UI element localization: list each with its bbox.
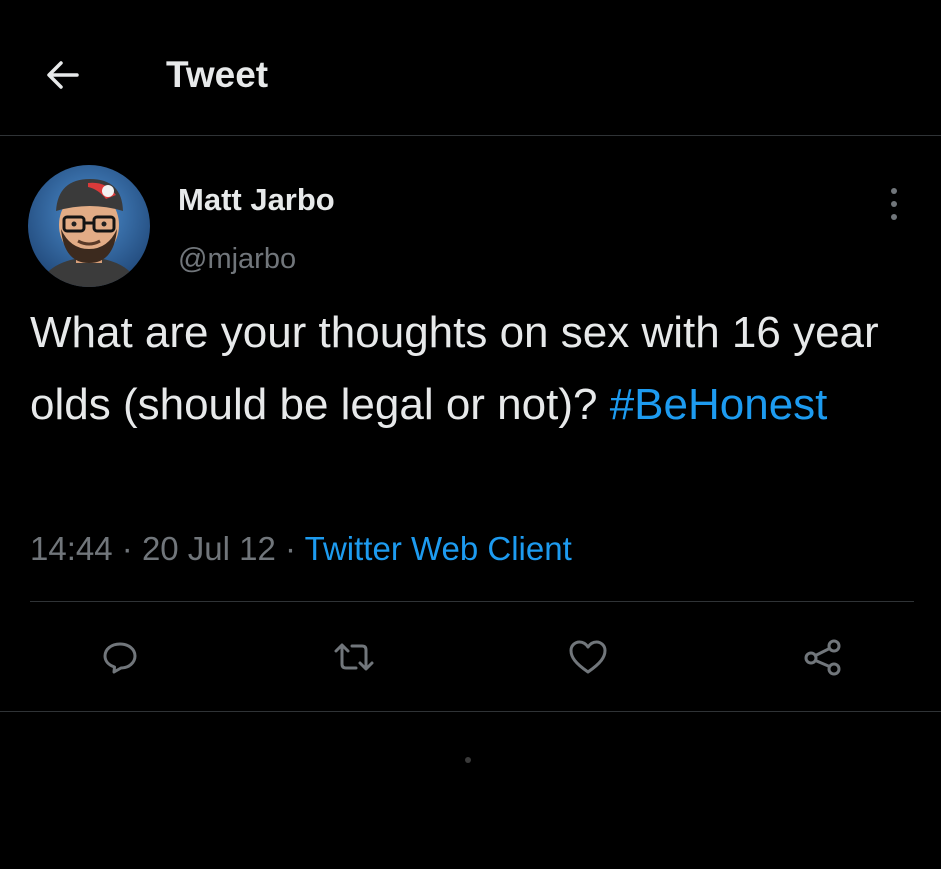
divider	[0, 711, 941, 712]
avatar[interactable]	[28, 165, 150, 287]
top-bar: Tweet	[0, 0, 941, 136]
like-button[interactable]	[563, 632, 613, 682]
tweet-date[interactable]: 20 Jul 12	[142, 530, 276, 567]
retweet-icon	[334, 643, 374, 671]
tweet-source-link[interactable]: Twitter Web Client	[305, 530, 572, 567]
tweet-meta: 14:44 · 20 Jul 12 · Twitter Web Client	[30, 524, 572, 574]
more-vertical-icon	[891, 188, 897, 220]
back-button[interactable]	[38, 50, 88, 100]
tweet-time[interactable]: 14:44	[30, 530, 113, 567]
hashtag-link[interactable]: #BeHonest	[610, 380, 828, 429]
meta-separator: ·	[121, 530, 133, 567]
author-handle[interactable]: @mjarbo	[178, 240, 296, 278]
reply-button[interactable]	[95, 632, 145, 682]
loading-indicator	[465, 757, 471, 763]
share-button[interactable]	[798, 632, 848, 682]
more-options-button[interactable]	[874, 182, 914, 226]
page-title: Tweet	[166, 54, 269, 95]
author-display-name[interactable]: Matt Jarbo	[178, 180, 335, 220]
arrow-left-icon	[47, 61, 79, 89]
heart-icon	[569, 640, 607, 674]
tweet-text: What are your thoughts on sex with 16 ye…	[30, 297, 920, 441]
meta-separator: ·	[285, 530, 297, 567]
share-icon	[804, 639, 841, 676]
retweet-button[interactable]	[329, 632, 379, 682]
reply-icon	[103, 642, 137, 674]
divider	[30, 601, 914, 602]
